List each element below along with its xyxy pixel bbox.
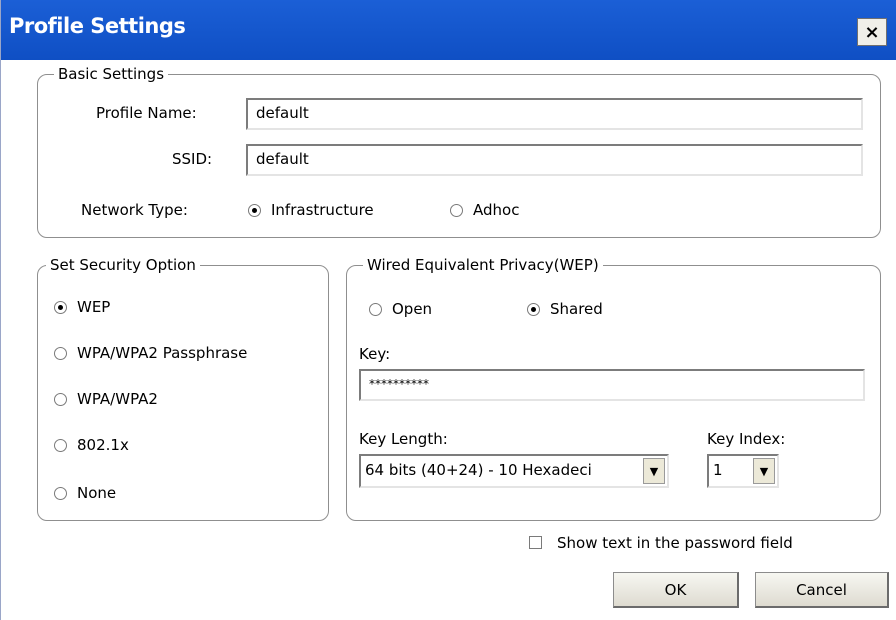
profile-name-input[interactable]: default bbox=[246, 98, 863, 130]
radio-unselected-icon bbox=[54, 346, 67, 360]
chevron-down-icon[interactable]: ▼ bbox=[753, 458, 775, 484]
radio-adhoc-label: Adhoc bbox=[473, 201, 520, 219]
window-title: Profile Settings bbox=[9, 14, 186, 38]
wep-group: Wired Equivalent Privacy(WEP) Open Share… bbox=[346, 256, 881, 521]
key-index-select[interactable]: 1 ▼ bbox=[707, 454, 779, 488]
ok-button[interactable]: OK bbox=[613, 572, 739, 608]
profile-name-label: Profile Name: bbox=[96, 104, 197, 122]
network-type-label: Network Type: bbox=[81, 201, 188, 219]
chevron-down-icon[interactable]: ▼ bbox=[643, 458, 665, 484]
radio-infrastructure-label: Infrastructure bbox=[271, 201, 374, 219]
basic-settings-group: Basic Settings Profile Name: default SSI… bbox=[37, 65, 881, 238]
security-option-group: Set Security Option WEP WPA/WPA2 Passphr… bbox=[37, 256, 329, 521]
radio-shared[interactable]: Shared bbox=[527, 300, 603, 318]
basic-settings-legend: Basic Settings bbox=[54, 65, 169, 83]
ssid-input[interactable]: default bbox=[246, 144, 863, 176]
radio-unselected-icon bbox=[450, 203, 463, 217]
radio-none-label: None bbox=[77, 484, 117, 502]
close-icon: × bbox=[864, 21, 880, 43]
radio-wep[interactable]: WEP bbox=[54, 298, 110, 316]
key-index-value: 1 bbox=[713, 461, 723, 479]
radio-wpa[interactable]: WPA/WPA2 bbox=[54, 390, 158, 408]
radio-infrastructure[interactable]: Infrastructure bbox=[248, 201, 374, 219]
show-password-label: Show text in the password field bbox=[557, 534, 793, 552]
radio-adhoc[interactable]: Adhoc bbox=[450, 201, 519, 219]
key-label: Key: bbox=[359, 345, 391, 363]
radio-open[interactable]: Open bbox=[369, 300, 432, 318]
radio-selected-icon bbox=[54, 300, 67, 314]
key-index-label: Key Index: bbox=[707, 430, 786, 448]
radio-unselected-icon bbox=[54, 438, 67, 452]
radio-none[interactable]: None bbox=[54, 484, 116, 502]
radio-wpa-passphrase[interactable]: WPA/WPA2 Passphrase bbox=[54, 344, 247, 362]
key-length-select[interactable]: 64 bits (40+24) - 10 Hexadeci ▼ bbox=[359, 454, 669, 488]
show-password-checkbox[interactable] bbox=[529, 536, 542, 549]
close-button[interactable]: × bbox=[857, 18, 887, 46]
radio-8021x-label: 802.1x bbox=[77, 436, 129, 454]
radio-unselected-icon bbox=[54, 486, 67, 500]
security-option-legend: Set Security Option bbox=[46, 256, 200, 274]
profile-settings-dialog: Profile Settings × Basic Settings Profil… bbox=[0, 0, 896, 620]
key-input[interactable]: ********** bbox=[359, 369, 865, 401]
radio-unselected-icon bbox=[369, 302, 382, 316]
radio-wep-label: WEP bbox=[77, 298, 111, 316]
ssid-label: SSID: bbox=[172, 150, 213, 168]
radio-open-label: Open bbox=[392, 300, 433, 318]
radio-unselected-icon bbox=[54, 392, 67, 406]
radio-selected-icon bbox=[248, 203, 261, 217]
radio-shared-label: Shared bbox=[550, 300, 603, 318]
radio-wpa-label: WPA/WPA2 bbox=[77, 390, 158, 408]
title-bar: Profile Settings × bbox=[1, 0, 896, 60]
wep-legend: Wired Equivalent Privacy(WEP) bbox=[363, 256, 603, 274]
key-length-label: Key Length: bbox=[359, 430, 448, 448]
cancel-button[interactable]: Cancel bbox=[755, 572, 889, 608]
key-length-value: 64 bits (40+24) - 10 Hexadeci bbox=[365, 461, 592, 479]
radio-selected-icon bbox=[527, 302, 540, 316]
radio-wpa-passphrase-label: WPA/WPA2 Passphrase bbox=[77, 344, 248, 362]
radio-8021x[interactable]: 802.1x bbox=[54, 436, 129, 454]
